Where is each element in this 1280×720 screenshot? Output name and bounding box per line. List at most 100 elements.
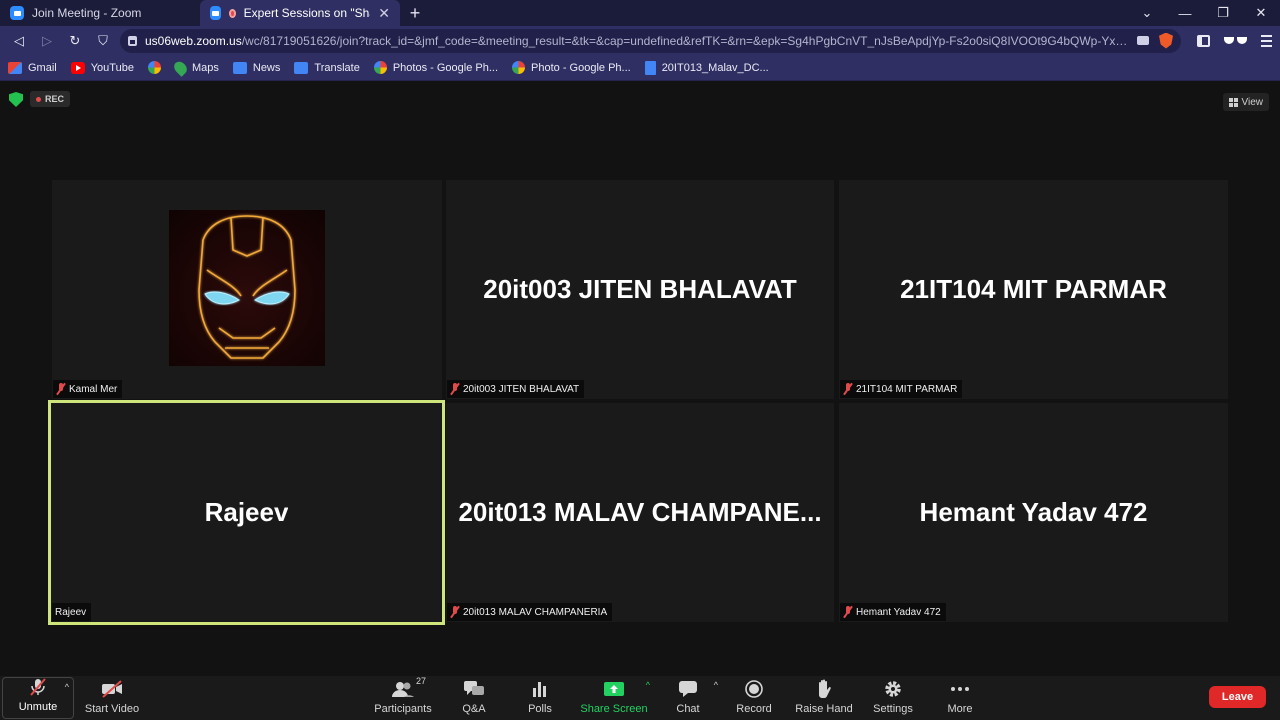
participant-tile-malav-champaneria[interactable]: 20it013 MALAV CHAMPANE... 20it013 MALAV …: [446, 403, 834, 622]
tab-join-meeting[interactable]: Join Meeting - Zoom: [0, 0, 200, 26]
display-name-text: 21IT104 MIT PARMAR: [900, 274, 1167, 304]
bookmark-maps[interactable]: Maps: [171, 58, 219, 77]
display-name-text: Rajeev: [204, 497, 289, 527]
bookmark-label: Photo - Google Ph...: [531, 61, 631, 74]
photos-icon: [512, 61, 526, 74]
qa-button[interactable]: Q&A: [456, 676, 492, 720]
back-icon[interactable]: ◁: [8, 30, 30, 52]
bookmark-translate[interactable]: Translate: [294, 61, 360, 74]
encryption-shield-icon[interactable]: [9, 92, 23, 107]
polls-button[interactable]: Polls: [522, 676, 558, 720]
participant-name-label: 20it013 MALAV CHAMPANERIA: [447, 603, 613, 621]
participant-name-label: Kamal Mer: [53, 380, 123, 398]
bookmark-gmail[interactable]: Gmail: [8, 61, 57, 74]
grid-icon: [1228, 97, 1238, 107]
participant-display-name: 21IT104 MIT PARMAR: [839, 180, 1228, 399]
participants-button[interactable]: 27 Participants: [373, 676, 433, 720]
start-video-label: Start Video: [84, 703, 140, 715]
bookmark-google[interactable]: [147, 61, 161, 74]
participant-tile-rajeev[interactable]: Rajeev Rajeev: [48, 400, 445, 625]
close-window-button[interactable]: ✕: [1242, 5, 1280, 21]
participant-tile-jiten-bhalavat[interactable]: 20it003 JITEN BHALAVAT 20it003 JITEN BHA…: [446, 180, 834, 399]
docs-icon: [644, 60, 656, 75]
share-options-caret-icon[interactable]: ^: [646, 680, 650, 690]
participant-name: Hemant Yadav 472: [856, 606, 941, 618]
close-tab-icon[interactable]: ✕: [378, 5, 390, 22]
recording-badge[interactable]: REC: [30, 91, 71, 107]
chat-button[interactable]: Chat ^: [672, 676, 718, 720]
photos-icon: [373, 61, 387, 74]
leave-button[interactable]: Leave: [1209, 686, 1266, 708]
participant-display-name: 20it013 MALAV CHAMPANE...: [446, 403, 834, 622]
participant-tile-kamal-mer[interactable]: Kamal Mer: [52, 180, 442, 399]
url-path: /wc/81719051626/join?track_id=&jmf_code=…: [241, 33, 1129, 48]
participant-name-label: Hemant Yadav 472: [840, 603, 946, 621]
bookmark-photos-2[interactable]: Photo - Google Ph...: [512, 61, 631, 74]
record-button[interactable]: Record: [736, 676, 772, 720]
participant-name: Rajeev: [55, 606, 87, 618]
share-screen-button[interactable]: Share Screen ^: [580, 676, 650, 720]
browser-toolbar: ◁ ▷ ↻ ⛉ us06web.zoom.us/wc/81719051626/j…: [0, 26, 1280, 55]
muted-mic-icon: [450, 383, 460, 395]
record-icon: [745, 679, 763, 699]
tab-title: Expert Sessions on "Shaping u: [243, 6, 371, 20]
rec-label: REC: [45, 94, 65, 104]
youtube-icon: [70, 61, 85, 74]
private-glasses-icon[interactable]: [1224, 37, 1247, 44]
muted-mic-icon: [56, 383, 66, 395]
polls-icon: [531, 679, 549, 699]
participant-tile-hemant-yadav[interactable]: Hemant Yadav 472 Hemant Yadav 472: [839, 403, 1228, 622]
start-video-button[interactable]: Start Video: [84, 676, 140, 720]
unmute-button[interactable]: Unmute ^: [2, 677, 74, 719]
camera-permission-icon[interactable]: [1137, 36, 1149, 45]
address-bar[interactable]: us06web.zoom.us/wc/81719051626/join?trac…: [120, 28, 1181, 53]
view-button[interactable]: View: [1222, 93, 1269, 111]
participant-name-label: 20it003 JITEN BHALAVAT: [447, 380, 585, 398]
more-button[interactable]: More: [944, 676, 976, 720]
reload-icon[interactable]: ↻: [64, 30, 86, 52]
meeting-controls-bar: Unmute ^ Start Video 27 Participants Q&A…: [0, 676, 1280, 720]
tab-search-icon[interactable]: ⌄: [1128, 5, 1166, 21]
participant-name-label: Rajeev: [52, 603, 92, 621]
bookmark-label: Maps: [191, 61, 219, 74]
bookmark-doc[interactable]: 20IT013_Malav_DC...: [644, 60, 769, 75]
more-label: More: [947, 703, 973, 715]
bookmark-label: YouTube: [90, 61, 134, 74]
chat-label: Chat: [676, 703, 700, 715]
muted-mic-icon: [843, 383, 853, 395]
participant-display-name: 20it003 JITEN BHALAVAT: [446, 180, 834, 399]
settings-label: Settings: [873, 703, 913, 715]
raise-hand-button[interactable]: Raise Hand: [795, 676, 853, 720]
iron-man-helmet-avatar-icon: [198, 215, 296, 359]
unmute-label: Unmute: [18, 701, 58, 713]
display-name-text: 20it003 JITEN BHALAVAT: [483, 274, 797, 304]
muted-microphone-icon: [28, 677, 48, 697]
settings-button[interactable]: Settings: [872, 676, 914, 720]
forward-icon[interactable]: ▷: [36, 30, 58, 52]
bookmark-label: News: [252, 61, 281, 74]
zoom-icon: [10, 6, 24, 20]
gear-icon: [884, 679, 902, 699]
bookmark-icon[interactable]: ⛉: [92, 30, 114, 52]
bookmark-label: Gmail: [28, 61, 57, 74]
new-tab-button[interactable]: +: [400, 0, 430, 26]
browser-menu-icon[interactable]: [1261, 34, 1272, 47]
sidebar-icon[interactable]: [1197, 34, 1210, 47]
recording-indicator-icon: [228, 8, 236, 18]
bookmark-news[interactable]: News: [232, 61, 281, 74]
google-icon: [147, 61, 161, 74]
chat-options-caret-icon[interactable]: ^: [714, 680, 718, 690]
minimize-button[interactable]: —: [1166, 6, 1204, 21]
bookmark-youtube[interactable]: YouTube: [70, 61, 134, 74]
participant-tile-mit-parmar[interactable]: 21IT104 MIT PARMAR 21IT104 MIT PARMAR: [839, 180, 1228, 399]
raise-hand-label: Raise Hand: [795, 703, 853, 715]
brave-shields-icon[interactable]: [1159, 32, 1173, 49]
bookmark-photos-1[interactable]: Photos - Google Ph...: [373, 61, 498, 74]
view-label: View: [1241, 96, 1264, 108]
audio-options-caret-icon[interactable]: ^: [65, 682, 69, 692]
avatar: [169, 210, 325, 366]
display-name-text: Hemant Yadav 472: [919, 497, 1148, 527]
maximize-button[interactable]: ❐: [1204, 5, 1242, 21]
participant-name: 20it013 MALAV CHAMPANERIA: [463, 606, 608, 618]
tab-expert-sessions[interactable]: Expert Sessions on "Shaping u ✕: [200, 0, 400, 26]
